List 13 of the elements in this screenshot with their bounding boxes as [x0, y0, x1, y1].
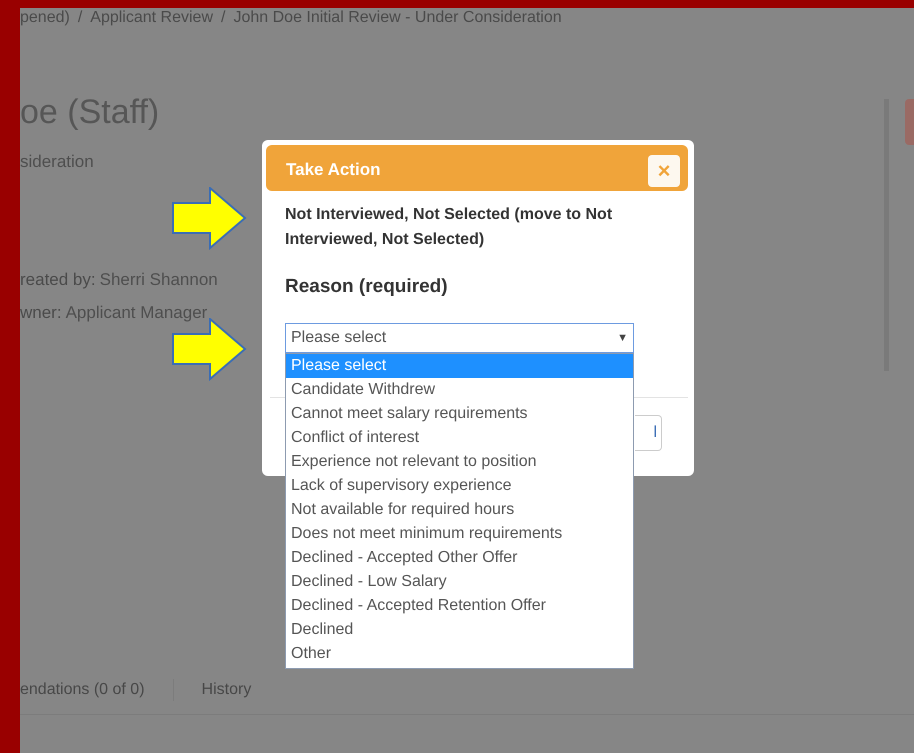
- caret-icon: ▼: [617, 330, 628, 346]
- detail-label: wner:: [20, 302, 62, 324]
- reason-label: Reason (required): [285, 275, 448, 299]
- cancel-button[interactable]: l: [635, 415, 662, 451]
- action-button[interactable]: [905, 99, 914, 145]
- dialog-title: Take Action: [286, 159, 380, 181]
- detail-label: reated by:: [20, 268, 96, 290]
- callout-arrow-icon: [172, 187, 247, 250]
- action-message: Not Interviewed, Not Selected (move to Not Interviewed, Not Selected): [285, 205, 614, 250]
- reason-select[interactable]: Please select ▼: [285, 323, 634, 353]
- detail-value: Applicant Manager: [66, 302, 208, 324]
- detail-value: Sherri Shannon: [100, 268, 218, 290]
- status-text: sideration: [20, 151, 94, 173]
